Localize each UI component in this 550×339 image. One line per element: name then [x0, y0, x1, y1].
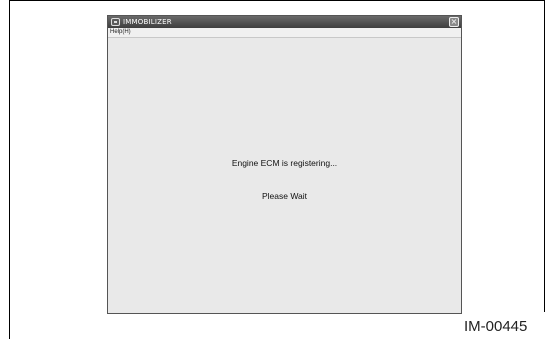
app-icon[interactable] — [111, 18, 120, 26]
frame-border-right — [544, 0, 545, 312]
status-message: Engine ECM is registering... — [231, 158, 338, 168]
immobilizer-window: IMMOBILIZER × Help(H) Engine ECM is regi… — [107, 15, 462, 314]
close-button[interactable]: × — [449, 17, 459, 27]
wait-message: Please Wait — [261, 191, 308, 201]
menu-item-help[interactable]: Help(H) — [110, 28, 131, 37]
window-titlebar[interactable]: IMMOBILIZER × — [108, 16, 461, 28]
menu-bar: Help(H) — [108, 28, 461, 38]
frame-border-top — [9, 0, 544, 1]
frame-border-left — [9, 0, 10, 339]
window-title: IMMOBILIZER — [123, 18, 172, 26]
figure-id-label: IM-00445 — [464, 318, 528, 335]
